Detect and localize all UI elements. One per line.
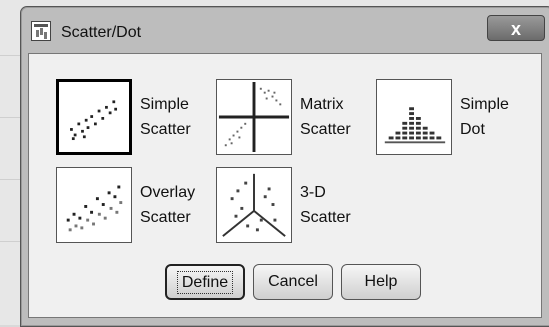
matrix-scatter-label-line2: Scatter: [300, 121, 351, 138]
chart-builder-icon: [31, 21, 51, 41]
titlebar: Scatter/Dot x: [21, 7, 549, 53]
simple-scatter-icon: [56, 79, 132, 155]
dialog-content: Simple Scatter Matrix Scatter Simple Dot…: [28, 53, 542, 318]
simple-scatter-option[interactable]: Simple Scatter: [56, 78, 191, 156]
3d-scatter-label-line1: 3-D: [300, 184, 326, 201]
simple-dot-label-line1: Simple: [460, 96, 509, 113]
simple-dot-label-line2: Dot: [460, 121, 485, 138]
3d-scatter-option[interactable]: 3-D Scatter: [216, 166, 351, 244]
matrix-scatter-icon: [216, 79, 292, 155]
simple-scatter-label-line2: Scatter: [140, 121, 191, 138]
3d-scatter-icon: [216, 167, 292, 243]
help-button[interactable]: Help: [341, 264, 421, 300]
close-button[interactable]: x: [487, 15, 545, 41]
matrix-scatter-label-line1: Matrix: [300, 96, 344, 113]
define-button-label: Define: [176, 271, 234, 294]
matrix-scatter-option[interactable]: Matrix Scatter: [216, 78, 351, 156]
overlay-scatter-label: Overlay Scatter: [140, 180, 195, 230]
simple-dot-label: Simple Dot: [460, 92, 509, 142]
overlay-scatter-label-line1: Overlay: [140, 184, 196, 201]
3d-scatter-label-line2: Scatter: [300, 209, 351, 226]
overlay-scatter-label-line2: Scatter: [140, 209, 191, 226]
define-button[interactable]: Define: [165, 264, 245, 300]
overlay-scatter-icon: [56, 167, 132, 243]
dialog-title: Scatter/Dot: [61, 24, 142, 41]
cancel-button[interactable]: Cancel: [253, 264, 333, 300]
simple-scatter-label: Simple Scatter: [140, 92, 191, 142]
3d-scatter-label: 3-D Scatter: [300, 180, 351, 230]
simple-dot-option[interactable]: Simple Dot: [376, 78, 509, 156]
simple-dot-icon: [376, 79, 452, 155]
scatter-dot-dialog: Scatter/Dot x Simple Scatter Matrix Scat…: [20, 6, 549, 327]
matrix-scatter-label: Matrix Scatter: [300, 92, 351, 142]
overlay-scatter-option[interactable]: Overlay Scatter: [56, 166, 195, 244]
simple-scatter-label-line1: Simple: [140, 96, 189, 113]
